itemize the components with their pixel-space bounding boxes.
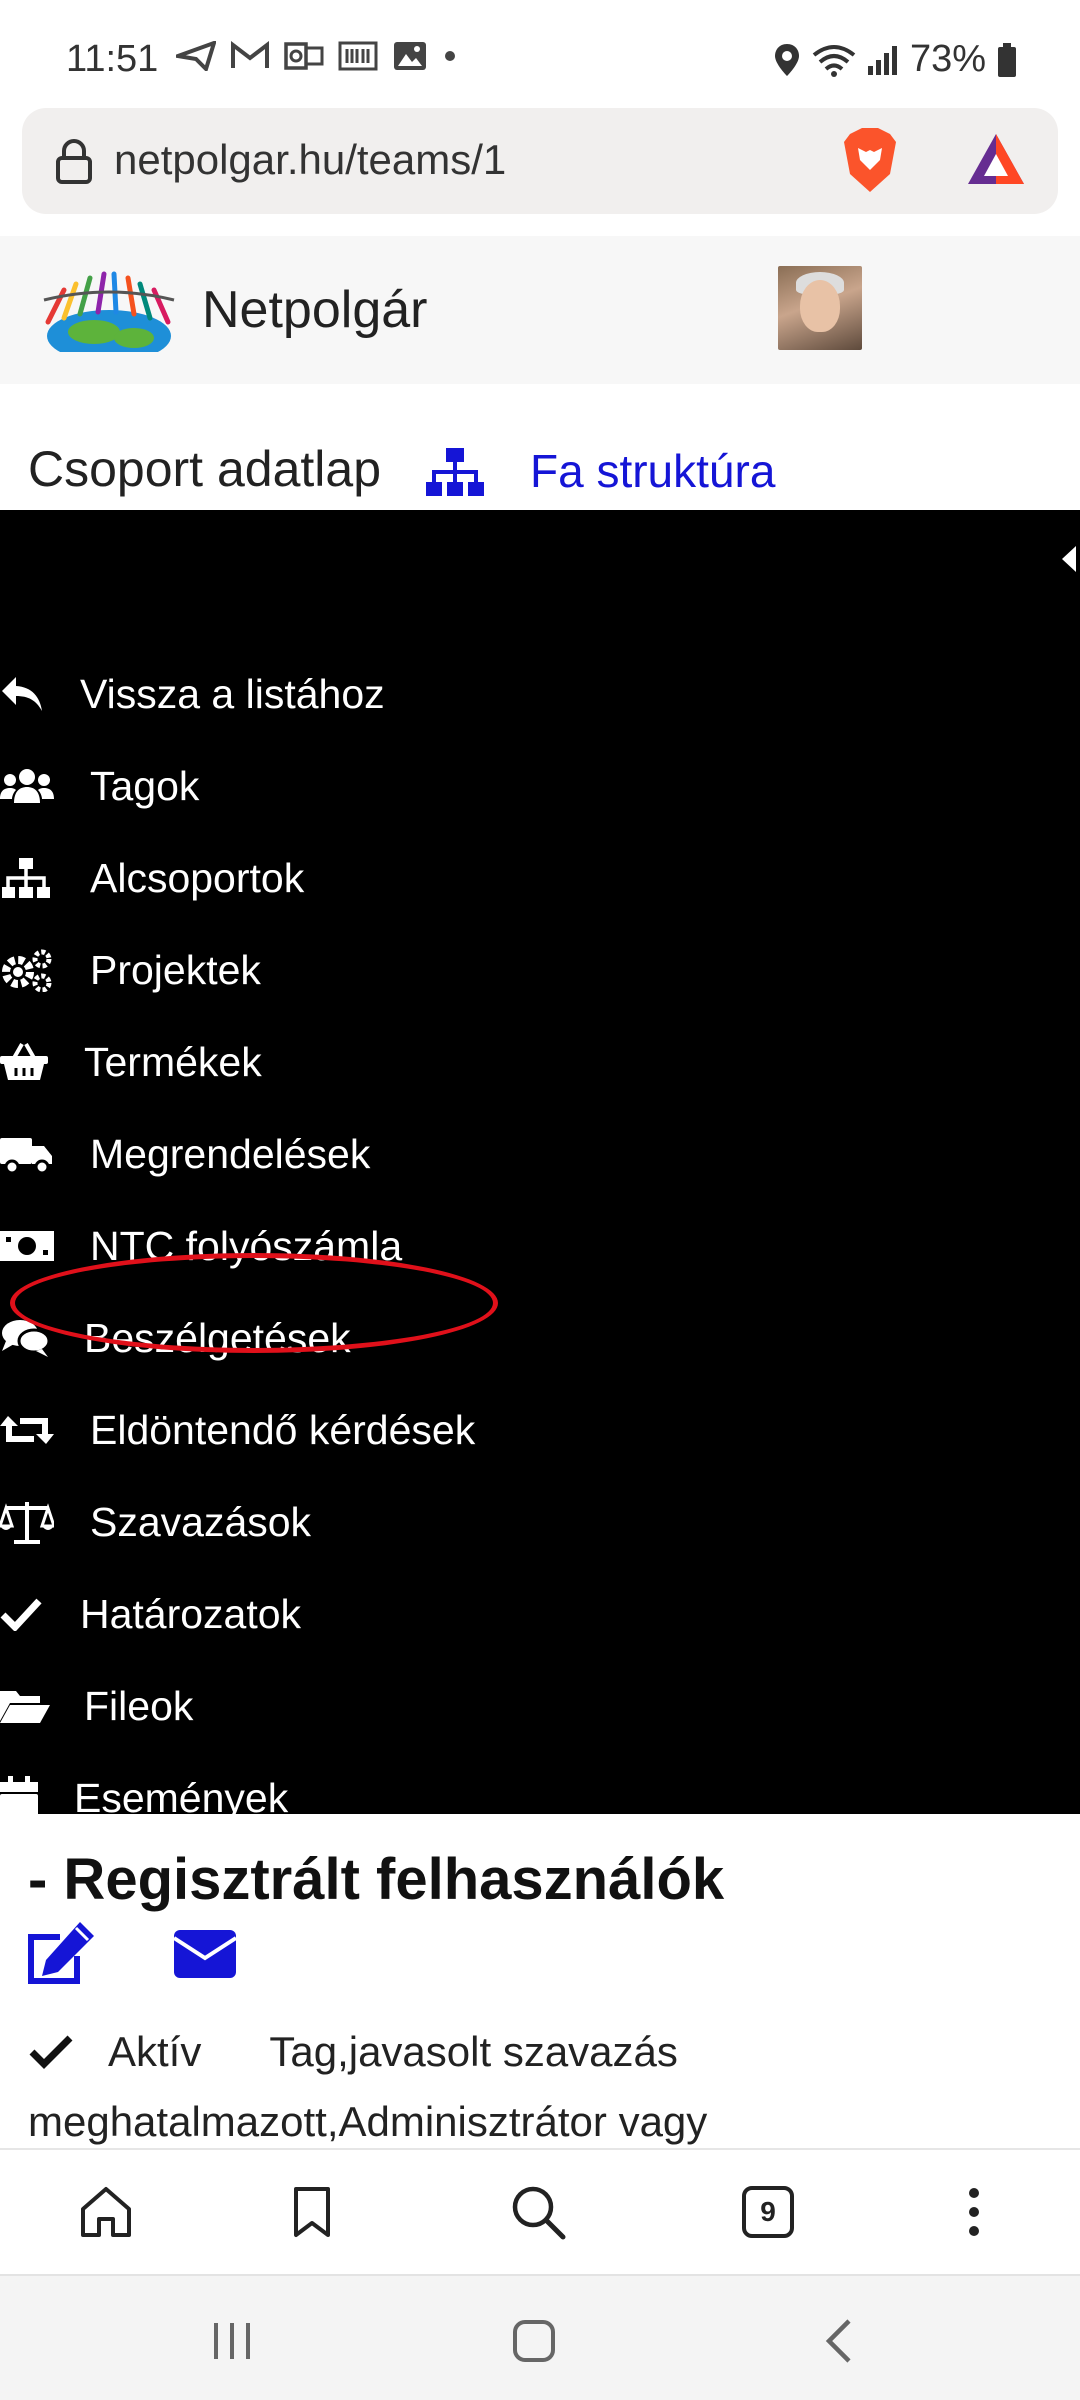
menu-item-yes-no-questions[interactable]: Eldöntendő kérdések	[0, 1390, 600, 1470]
barcode-icon	[338, 41, 378, 71]
check-icon	[0, 1589, 80, 1639]
site-logo[interactable]	[34, 270, 184, 352]
browser-toolbar: 9	[0, 2148, 1080, 2272]
battery-icon	[998, 42, 1016, 77]
comments-icon	[0, 1313, 84, 1363]
status-bar: 11:51 73%	[0, 0, 1080, 106]
edit-icon[interactable]	[24, 1920, 98, 1986]
image-icon	[394, 42, 426, 70]
menu-item-resolutions[interactable]: Határozatok	[0, 1574, 600, 1654]
envelope-icon[interactable]	[172, 1928, 238, 1980]
home-nav-button[interactable]	[494, 2306, 574, 2376]
menu-item-subgroups[interactable]: Alcsoportok	[0, 838, 600, 918]
menu-item-back-to-list[interactable]: Vissza a listához	[0, 654, 600, 734]
dot-icon	[445, 51, 455, 61]
menu-item-files[interactable]: Fileok	[0, 1666, 600, 1746]
tabs-button[interactable]: 9	[736, 2180, 800, 2244]
system-nav-bar	[0, 2274, 1080, 2400]
sitemap-icon	[0, 853, 90, 903]
truck-icon	[0, 1129, 90, 1179]
member-status: Aktív Tag,javasolt szavazás	[28, 2028, 678, 2076]
menu-collapse-icon[interactable]	[1062, 546, 1076, 572]
notification-icons	[176, 40, 458, 72]
site-name[interactable]: Netpolgár	[202, 280, 427, 340]
menu-item-votes[interactable]: Szavazások	[0, 1482, 600, 1562]
back-button[interactable]	[798, 2306, 878, 2376]
wifi-icon	[812, 44, 856, 77]
role-text: Tag,javasolt szavazás	[269, 2028, 678, 2075]
site-header: Netpolgár	[0, 236, 1080, 384]
retweet-icon	[0, 1405, 90, 1455]
menu-item-projects[interactable]: Projektek	[0, 930, 600, 1010]
bookmark-icon	[294, 2187, 330, 2237]
tree-structure-link[interactable]: Fa struktúra	[530, 444, 775, 498]
signal-icon	[867, 45, 897, 75]
more-menu-button[interactable]	[942, 2180, 1006, 2244]
search-button[interactable]	[506, 2180, 570, 2244]
page-title: Csoport adatlap	[28, 441, 382, 497]
home-button[interactable]	[74, 2180, 138, 2244]
status-label: Aktív	[108, 2028, 202, 2075]
system-status: 73%	[772, 38, 1018, 81]
recents-icon	[214, 2323, 250, 2359]
team-menu: Vissza a listához Tagok Alcsoportok Proj…	[0, 510, 1080, 1821]
location-icon	[774, 43, 799, 76]
avatar[interactable]	[778, 266, 862, 350]
check-icon	[29, 2035, 73, 2069]
menu-item-members[interactable]: Tagok	[0, 746, 600, 826]
back-icon	[825, 2319, 851, 2363]
folder-open-icon	[0, 1681, 84, 1731]
section-title: - Regisztrált felhasználók	[28, 1847, 725, 1912]
page-title-row: Csoport adatlap Fa struktúra	[0, 430, 1080, 510]
menu-item-events[interactable]: Események	[0, 1758, 600, 1838]
sitemap-icon[interactable]	[424, 446, 486, 498]
home-icon	[81, 2187, 131, 2237]
menu-item-orders[interactable]: Megrendelések	[0, 1114, 600, 1194]
bat-rewards-icon[interactable]	[964, 130, 1028, 190]
more-vertical-icon	[969, 2188, 979, 2236]
recents-button[interactable]	[192, 2306, 272, 2376]
search-icon	[512, 2186, 566, 2240]
status-time: 11:51	[66, 38, 159, 80]
tab-count: 9	[742, 2186, 794, 2238]
menu-item-discussions[interactable]: Beszélgetések	[0, 1298, 600, 1378]
menu-item-products[interactable]: Termékek	[0, 1022, 600, 1102]
menu-item-ntc-account[interactable]: NTC folyószámla	[0, 1206, 600, 1286]
address-bar[interactable]: netpolgar.hu/teams/1	[22, 108, 1058, 214]
basket-icon	[0, 1037, 84, 1087]
url-text[interactable]: netpolgar.hu/teams/1	[114, 136, 506, 184]
balance-scale-icon	[0, 1497, 90, 1547]
bookmarks-button[interactable]	[280, 2180, 344, 2244]
cogs-icon	[0, 945, 90, 995]
lock-icon	[56, 139, 92, 184]
calendar-icon	[0, 1773, 74, 1823]
users-icon	[0, 761, 90, 811]
brave-shield-icon[interactable]	[840, 126, 900, 194]
send-icon	[176, 41, 216, 71]
money-bill-icon	[0, 1221, 90, 1271]
battery-percent: 73%	[909, 38, 986, 80]
gmail-icon	[231, 41, 269, 68]
outlook-icon	[284, 42, 324, 70]
role-text-continued: meghatalmazott,Adminisztrátor vagy	[28, 2098, 708, 2145]
home-square-icon	[513, 2320, 555, 2362]
reply-icon	[0, 669, 80, 719]
